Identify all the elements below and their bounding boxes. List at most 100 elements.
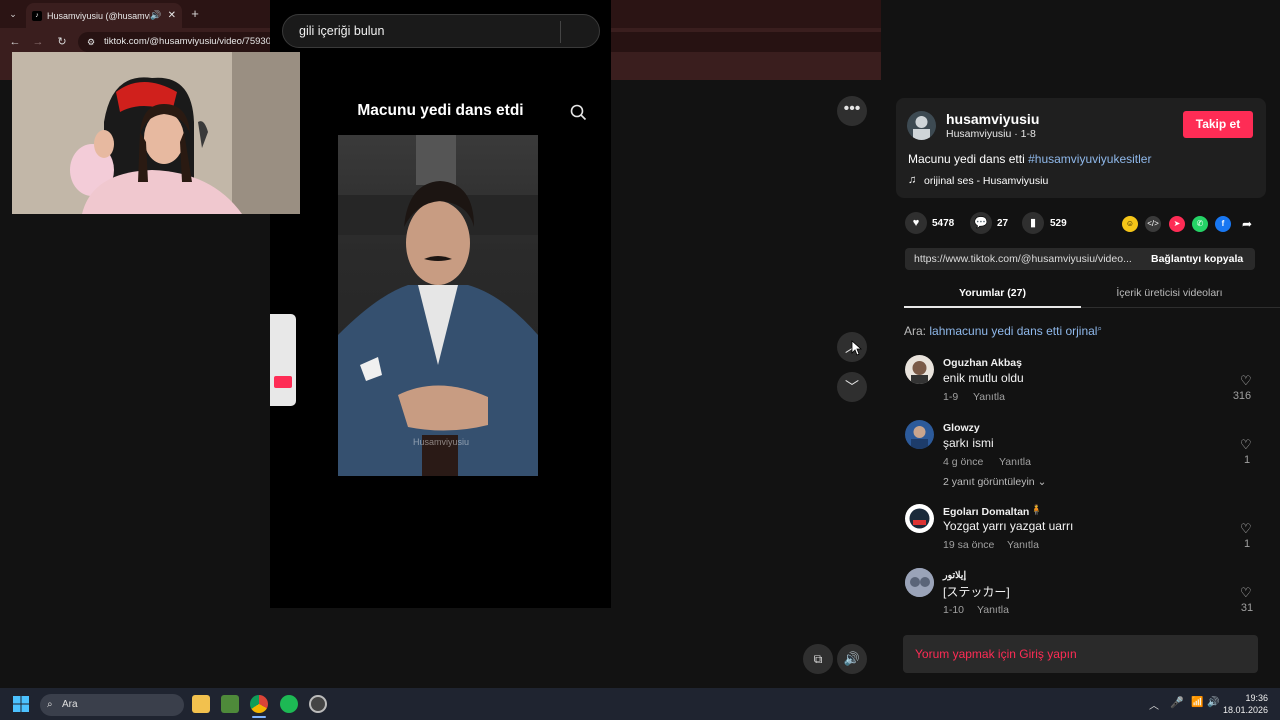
view-replies-label: 2 yanıt görüntüleyin (943, 476, 1035, 488)
comment-like-count: 1 (1243, 454, 1251, 466)
tab-active-indicator (904, 306, 1081, 308)
comment-count: 27 (997, 218, 1009, 229)
author-nickname-date: Husamviyusiu · 1-8 (946, 128, 1036, 140)
author-avatar[interactable] (907, 111, 936, 140)
comment-icon[interactable]: 💬 (970, 212, 992, 234)
save-count: 529 (1050, 218, 1067, 229)
comment-date: 1-9 (943, 391, 959, 403)
wifi-icon[interactable]: 📶 (1191, 697, 1203, 708)
comment-reply-button[interactable]: Yanıtla (1007, 539, 1039, 551)
spotify-icon[interactable] (280, 695, 298, 713)
comment-login-box[interactable]: Yorum yapmak için Giriş yapın (903, 635, 1258, 673)
file-explorer-icon[interactable] (192, 695, 210, 713)
mouse-cursor-icon (851, 340, 862, 356)
whatsapp-icon[interactable]: ✆ (1192, 216, 1208, 232)
chrome-active-indicator (252, 716, 266, 718)
video-overlay-title: Macunu yedi dans etdi (357, 102, 524, 119)
tab-close-icon[interactable]: ✕ (168, 10, 176, 21)
comment-date: 19 sa önce (943, 539, 995, 551)
site-info-icon[interactable]: ⚙ (87, 32, 95, 52)
volume-button[interactable]: 🔊 (837, 644, 867, 674)
chevron-down-icon: ⌄ (1037, 476, 1047, 488)
tray-chevron-icon[interactable]: ︿ (1149, 697, 1159, 712)
related-search[interactable]: Ara: lahmacunu yedi dans etti orjinal⌕ (904, 324, 1102, 338)
video-player[interactable]: Husamviyusiu (338, 135, 538, 476)
video-caption: Macunu yedi dans etti #husamviyuviyukesi… (908, 152, 1151, 166)
share-arrow-icon[interactable]: ➦ (1239, 216, 1255, 232)
search-input[interactable]: gili içeriği bulun (282, 14, 600, 48)
like-icon[interactable]: ♥ (905, 212, 927, 234)
bookmark-icon[interactable]: ▮ (1022, 212, 1044, 234)
forward-icon[interactable]: → (31, 35, 45, 49)
like-count: 5478 (932, 218, 955, 229)
chrome-icon[interactable] (250, 695, 268, 713)
repost-icon[interactable]: ☺ (1122, 216, 1138, 232)
comment-avatar[interactable] (905, 568, 934, 597)
comment-text: şarkı ismi (943, 436, 994, 450)
comment-author[interactable]: Oguzhan Akbaş (943, 357, 1022, 369)
comment-reply-button[interactable]: Yanıtla (999, 456, 1031, 468)
clock-date[interactable]: 18.01.2026 (1218, 705, 1268, 715)
more-options-button[interactable]: ••• (837, 96, 867, 126)
tab-search-icon[interactable]: ⌄ (6, 7, 20, 21)
tab-comments[interactable]: Yorumlar (27) (904, 287, 1081, 299)
comment-date: 4 g önce (943, 456, 984, 468)
comment-like-icon[interactable]: ♡ (1240, 521, 1252, 537)
taskbar-search-icon: ⌕ (47, 699, 53, 710)
login-prompt[interactable]: Yorum yapmak için Giriş yapın (915, 647, 1077, 661)
embed-icon[interactable]: </> (1145, 216, 1161, 232)
webcam-overlay (12, 52, 300, 214)
pip-button[interactable]: ⧉ (803, 644, 833, 674)
app-icon[interactable] (309, 695, 327, 713)
webcam-person-illustration (12, 52, 300, 214)
caption-hashtag[interactable]: #husamviyuviyukesitler (1028, 152, 1151, 166)
send-icon[interactable]: ➤ (1169, 216, 1185, 232)
video-person-illustration (338, 135, 538, 476)
follow-button[interactable]: Takip et (1183, 111, 1253, 138)
comment-avatar[interactable] (905, 420, 934, 449)
comment-reply-button[interactable]: Yanıtla (977, 604, 1009, 616)
taskbar-search[interactable]: ⌕ Ara (40, 694, 184, 716)
comment-like-icon[interactable]: ♡ (1240, 437, 1252, 453)
back-icon[interactable]: ← (8, 35, 22, 49)
video-watermark: Husamviyusiu (412, 437, 470, 447)
tab-title: Husamviyusiu (@husamviyu (47, 10, 151, 21)
sound-name[interactable]: orijinal ses - Husamviyusiu (924, 175, 1048, 187)
microphone-icon[interactable]: 🎤 (1170, 696, 1184, 709)
comment-emoji-icon: 🧍 (1030, 505, 1043, 516)
comment-like-count: 316 (1232, 390, 1252, 402)
tab-audio-icon[interactable]: 🔊 (150, 10, 161, 21)
related-search-prefix: Ara: (904, 324, 927, 338)
caption-text: Macunu yedi dans etti (908, 152, 1025, 166)
side-popup-panel[interactable] (270, 314, 296, 406)
comment-date: 1-10 (943, 604, 965, 616)
related-search-query[interactable]: lahmacunu yedi dans etti orjinal (929, 324, 1097, 338)
clock-time[interactable]: 19:36 (1228, 693, 1268, 703)
comment-avatar[interactable] (905, 504, 934, 533)
view-replies-button[interactable]: 2 yanıt görüntüleyin ⌄ (943, 476, 1046, 488)
comment-author[interactable]: Glowzy (943, 422, 980, 434)
browser-tab[interactable]: ♪ Husamviyusiu (@husamviyu 🔊 ✕ (26, 3, 182, 28)
comment-reply-button[interactable]: Yanıtla (973, 391, 1005, 403)
related-search-icon: ⌕ (1097, 324, 1102, 333)
author-username[interactable]: husamviyusiu (946, 111, 1039, 127)
copy-link-button[interactable]: Bağlantıyı kopyala (1151, 253, 1243, 265)
new-tab-icon[interactable]: + (188, 7, 202, 21)
next-video-button[interactable]: ﹀ (837, 372, 867, 402)
comment-like-count: 31 (1240, 602, 1254, 614)
comment-like-icon[interactable]: ♡ (1240, 373, 1252, 389)
windows-start-icon[interactable] (13, 696, 29, 712)
facebook-icon[interactable]: f (1215, 216, 1231, 232)
tiktok-favicon-icon: ♪ (32, 10, 42, 21)
comment-author[interactable]: إيلاتور (943, 570, 966, 581)
tab-creator-videos[interactable]: İçerik üreticisi videoları (1081, 287, 1258, 299)
comment-like-count: 1 (1243, 538, 1251, 550)
reload-icon[interactable]: ↻ (55, 35, 69, 49)
search-divider (560, 21, 561, 43)
comment-text: enik mutlu oldu (943, 371, 1024, 385)
comment-text: [ステッカー] (943, 585, 1010, 599)
comment-like-icon[interactable]: ♡ (1240, 585, 1252, 601)
minecraft-icon[interactable] (221, 695, 239, 713)
comment-avatar[interactable] (905, 355, 934, 384)
comment-author[interactable]: Egoları Domaltan (943, 506, 1029, 518)
